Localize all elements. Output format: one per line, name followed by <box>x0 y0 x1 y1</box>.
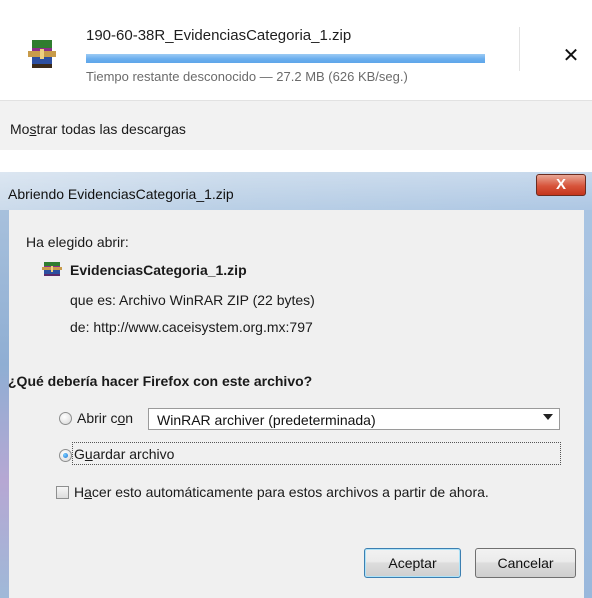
close-icon: X <box>555 176 566 193</box>
show-all-downloads-button[interactable]: Mostrar todas las descargas <box>0 101 592 150</box>
download-status: Tiempo restante desconocido — 27.2 MB (6… <box>86 69 408 84</box>
application-select-value: WinRAR archiver (predeterminada) <box>157 412 376 428</box>
show-all-downloads-label: Mostrar todas las descargas <box>10 121 186 137</box>
download-progress-bar <box>86 54 485 63</box>
dropdown-arrow-icon <box>543 414 553 420</box>
download-progress-fill <box>86 54 485 63</box>
show-all-prefix: Mo <box>10 121 30 137</box>
ok-button[interactable]: Aceptar <box>364 548 461 578</box>
dialog-title: Abriendo EvidenciasCategoria_1.zip <box>8 186 234 202</box>
auto-action-label[interactable]: Hacer esto automáticamente para estos ar… <box>74 484 489 500</box>
winrar-archive-icon <box>42 262 62 276</box>
file-type-label: que es: Archivo WinRAR ZIP (22 bytes) <box>70 292 315 308</box>
save-file-accel: u <box>84 446 93 462</box>
auto-action-checkbox[interactable] <box>56 486 69 499</box>
open-file-dialog: Abriendo EvidenciasCategoria_1.zip X Ha … <box>0 172 592 598</box>
download-separator <box>519 27 520 71</box>
save-file-radio[interactable] <box>59 449 72 462</box>
auto-action-prefix: H <box>74 484 85 500</box>
action-question: ¿Qué debería hacer Firefox con este arch… <box>8 373 313 389</box>
dialog-body: Ha elegido abrir: EvidenciasCategoria_1.… <box>8 210 584 598</box>
open-with-prefix: Abrir c <box>77 410 118 426</box>
application-select[interactable]: WinRAR archiver (predeterminada) <box>148 408 560 430</box>
downloads-panel: 190-60-38R_EvidenciasCategoria_1.zip Tie… <box>0 0 592 150</box>
auto-action-suffix: cer esto automáticamente para estos arch… <box>91 484 489 500</box>
show-all-suffix: trar todas las descargas <box>36 121 186 137</box>
cancel-button[interactable]: Cancelar <box>475 548 576 578</box>
intro-label: Ha elegido abrir: <box>26 234 129 250</box>
window-frame-right <box>584 210 592 598</box>
winrar-archive-icon <box>28 40 56 68</box>
cancel-download-icon[interactable]: ✕ <box>560 45 582 67</box>
auto-action-accel: a <box>84 484 92 500</box>
file-name-label: EvidenciasCategoria_1.zip <box>70 262 247 278</box>
save-file-suffix: ardar archivo <box>92 446 175 462</box>
window-frame-left <box>0 210 9 598</box>
save-file-prefix: G <box>74 446 85 462</box>
open-with-radio[interactable] <box>59 412 72 425</box>
save-file-label[interactable]: Guardar archivo <box>74 446 174 462</box>
close-window-button[interactable]: X <box>536 174 586 196</box>
download-item[interactable]: 190-60-38R_EvidenciasCategoria_1.zip Tie… <box>0 0 592 100</box>
open-with-label[interactable]: Abrir con <box>77 410 133 426</box>
file-source-label: de: http://www.caceisystem.org.mx:797 <box>70 319 313 335</box>
download-filename: 190-60-38R_EvidenciasCategoria_1.zip <box>86 27 352 44</box>
open-with-suffix: n <box>125 410 134 426</box>
dialog-titlebar[interactable]: Abriendo EvidenciasCategoria_1.zip X <box>0 172 592 210</box>
